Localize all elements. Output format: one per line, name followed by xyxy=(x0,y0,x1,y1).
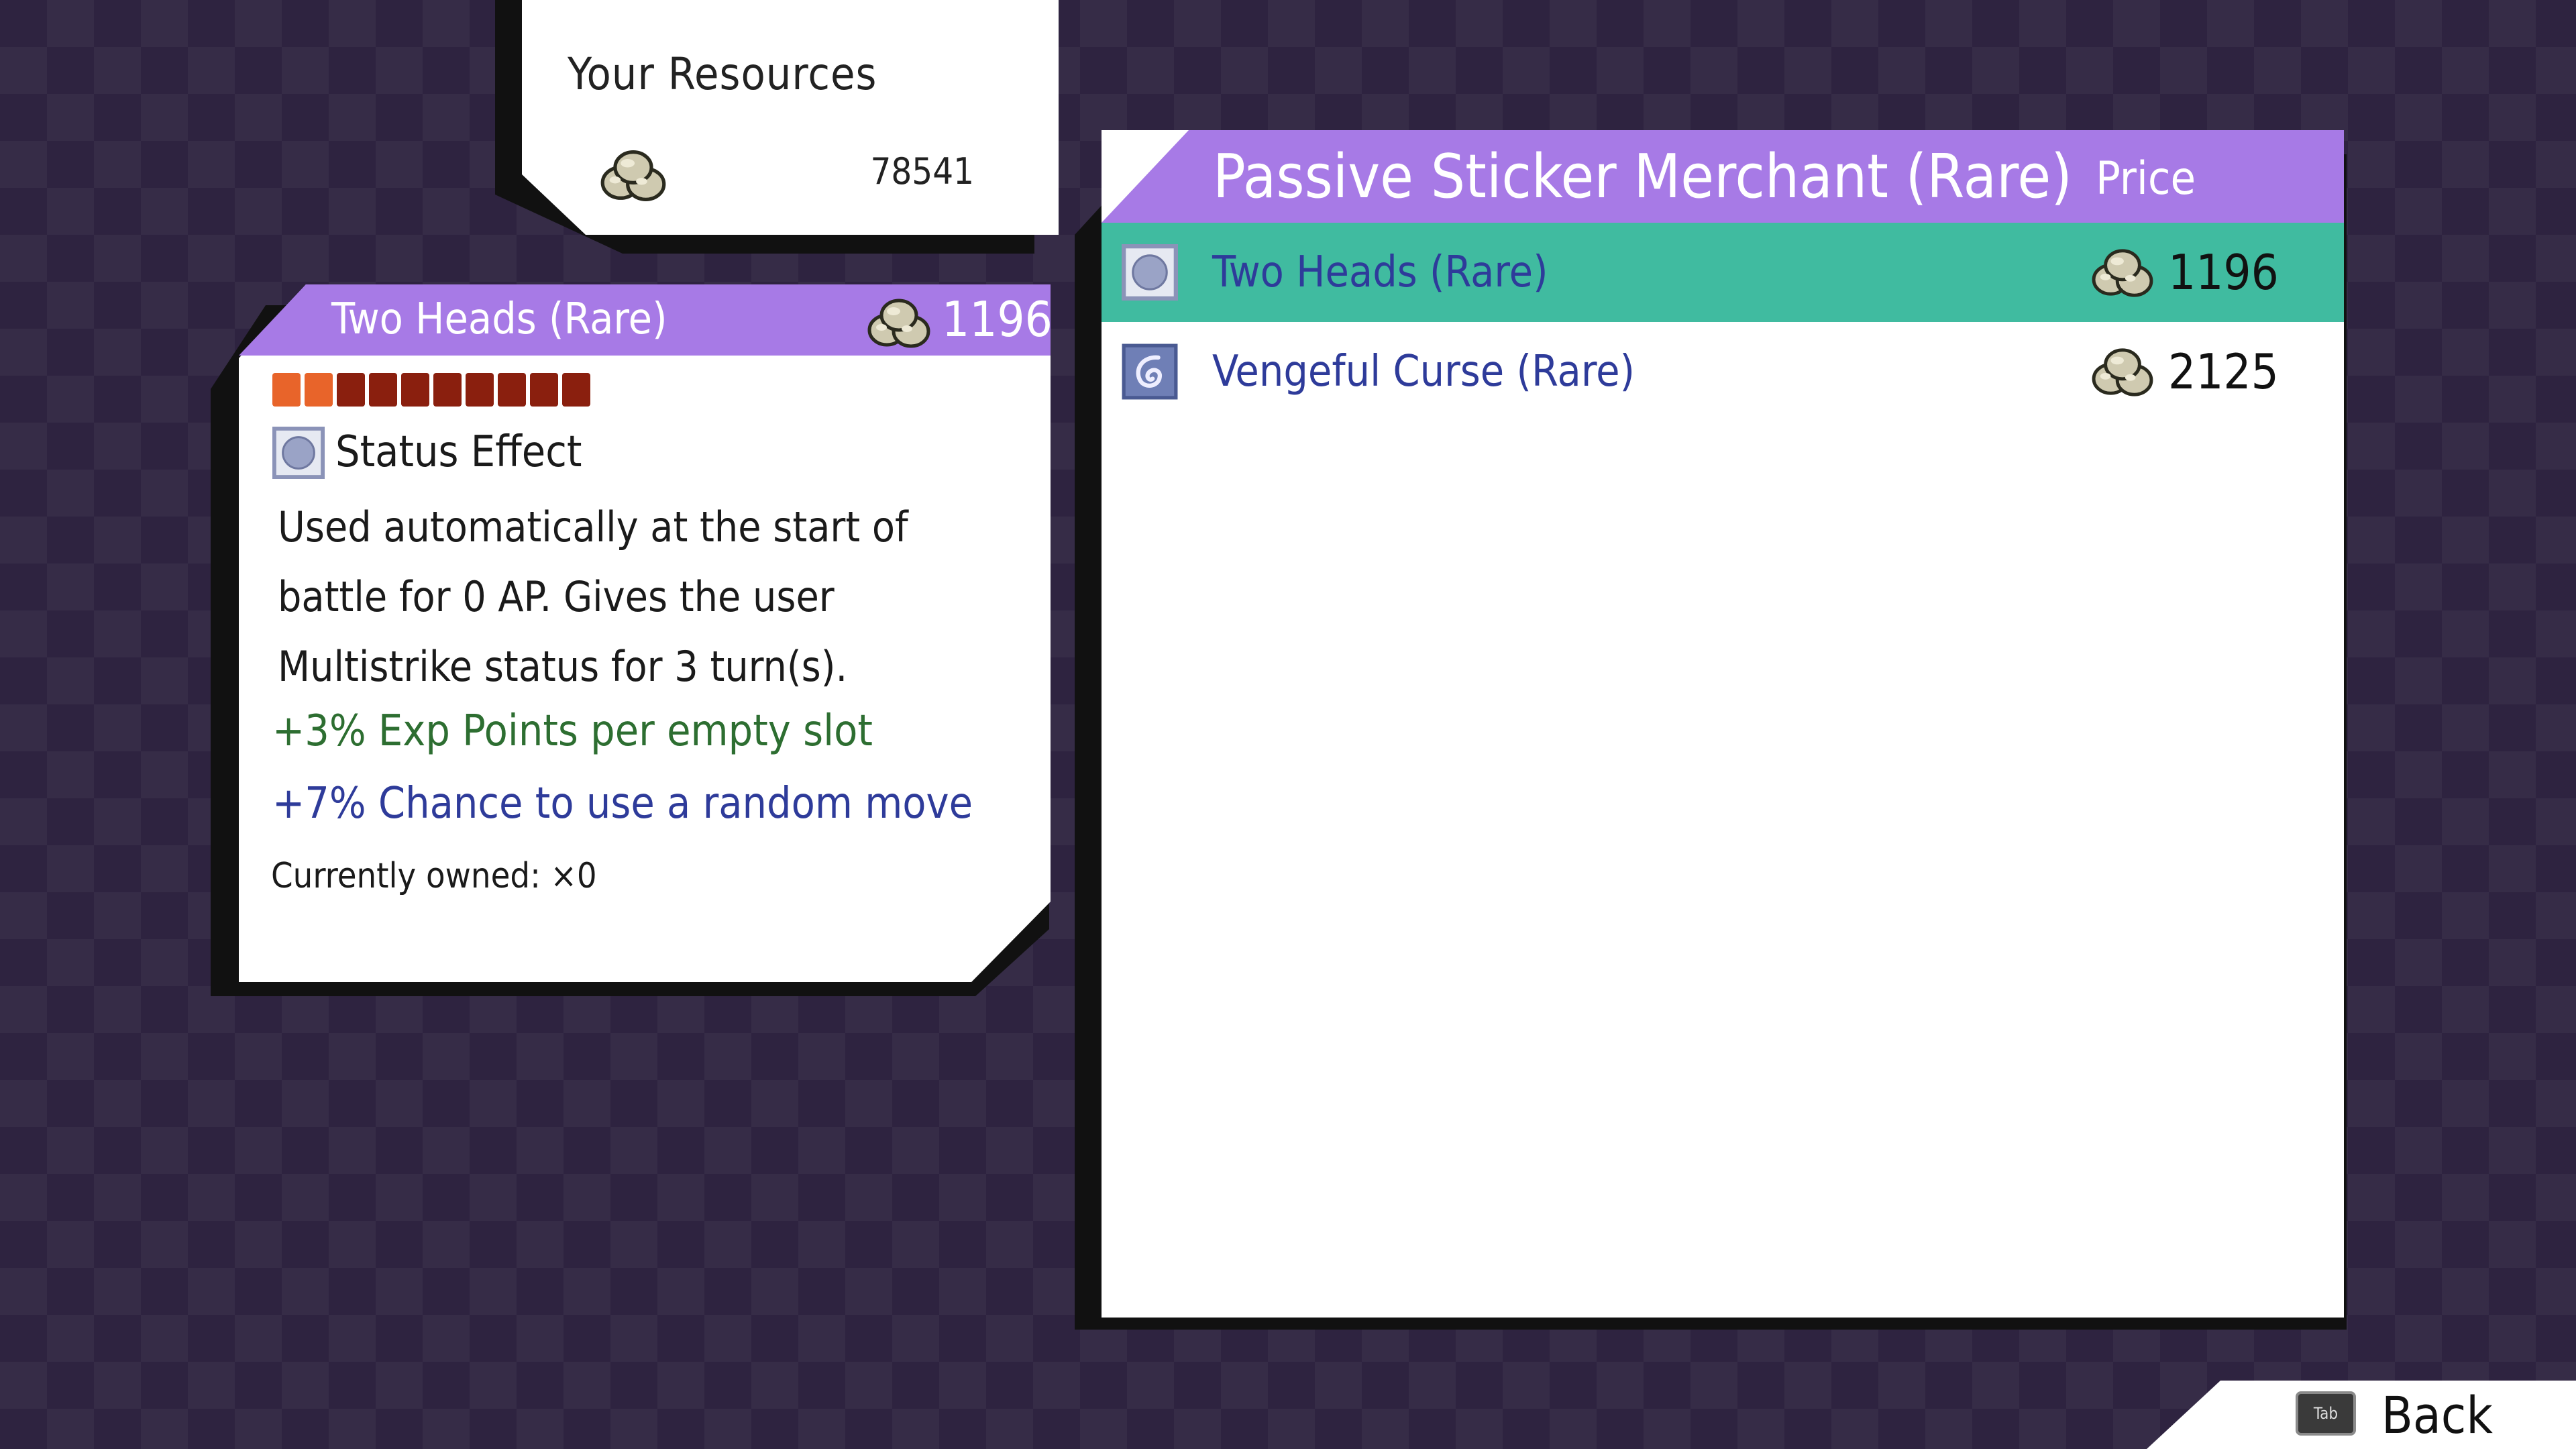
item-detail-price: 1196 xyxy=(942,291,1053,347)
rarity-pip-empty xyxy=(337,373,365,407)
price-column-header: Price xyxy=(2096,152,2196,205)
status-type-label: Status Effect xyxy=(335,427,582,477)
rarity-pip-empty xyxy=(369,373,397,407)
back-button[interactable] xyxy=(2147,1381,2576,1449)
shop-item-price: 2125 xyxy=(2168,343,2279,400)
rarity-pip-empty xyxy=(466,373,494,407)
rarity-pip-filled xyxy=(305,373,333,407)
coin-pile-icon xyxy=(598,146,668,205)
shop-item-price: 1196 xyxy=(2168,244,2279,301)
status-effect-icon xyxy=(272,427,325,479)
rarity-pip-empty xyxy=(530,373,558,407)
shop-item-row[interactable]: Two Heads (Rare) 1196 xyxy=(1102,223,2344,322)
rarity-pip-filled xyxy=(272,373,301,407)
shop-item-row[interactable]: Vengeful Curse (Rare) 2125 xyxy=(1102,322,2344,421)
curse-swirl-icon xyxy=(1122,343,1178,400)
owned-count: Currently owned: ×0 xyxy=(271,856,597,896)
coin-pile-icon xyxy=(2089,246,2156,301)
shop-item-name: Vengeful Curse (Rare) xyxy=(1212,347,1635,396)
status-effect-icon xyxy=(1122,244,1178,301)
coin-pile-icon xyxy=(864,295,934,352)
resources-title: Your Resources xyxy=(568,48,877,100)
item-detail-name: Two Heads (Rare) xyxy=(331,294,667,344)
rarity-bar xyxy=(272,373,590,407)
rarity-pip-empty xyxy=(433,373,462,407)
resources-amount: 78541 xyxy=(870,150,974,193)
tab-key-icon: Tab xyxy=(2296,1391,2356,1436)
shop-title: Passive Sticker Merchant (Rare) xyxy=(1213,142,2072,212)
back-label[interactable]: Back xyxy=(2381,1382,2493,1449)
rarity-pip-empty xyxy=(401,373,429,407)
shop-item-name: Two Heads (Rare) xyxy=(1212,248,1548,297)
rarity-pip-empty xyxy=(562,373,590,407)
coin-pile-icon xyxy=(2089,345,2156,400)
rarity-pip-empty xyxy=(498,373,526,407)
bonus-move-text: +7% Chance to use a random move xyxy=(272,779,973,828)
item-description: Used automatically at the start of battl… xyxy=(278,502,908,691)
bonus-exp-text: +3% Exp Points per empty slot xyxy=(272,706,873,756)
